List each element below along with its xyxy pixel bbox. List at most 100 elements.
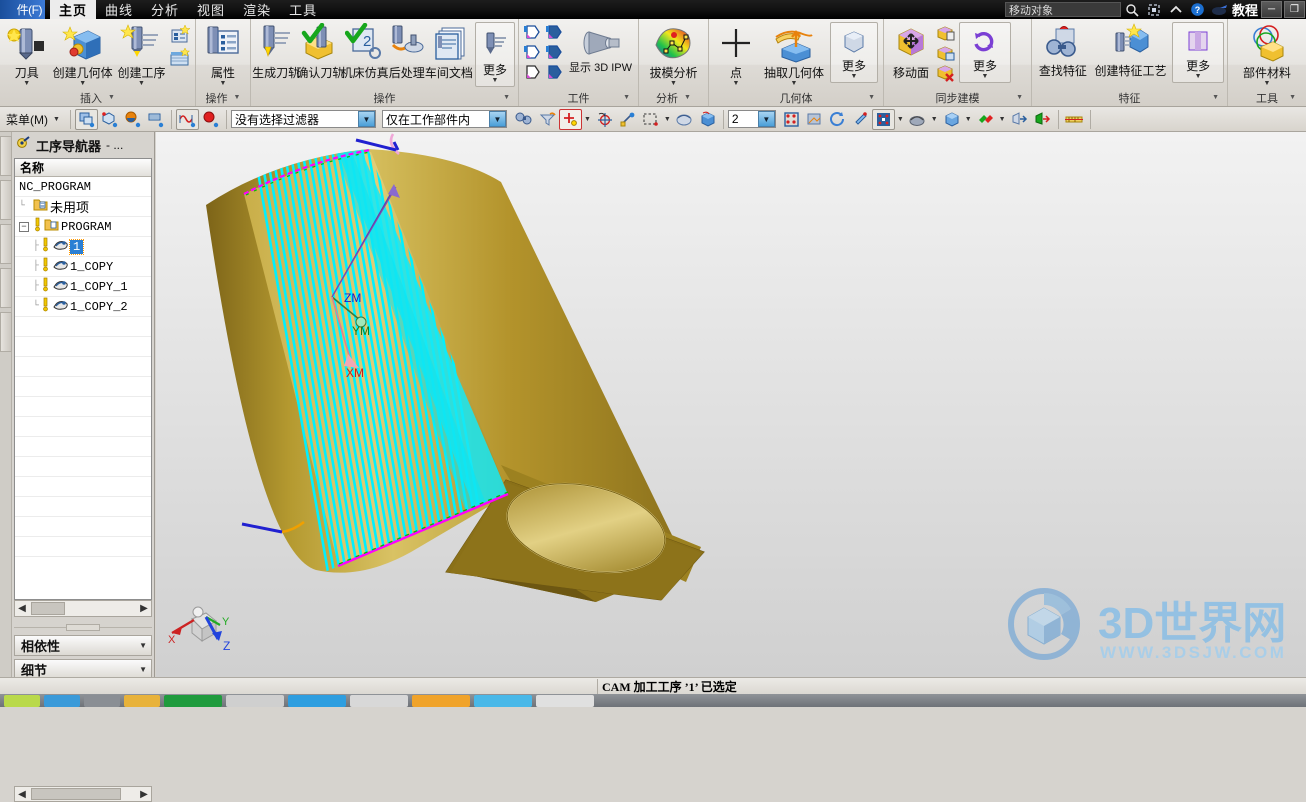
- resource-tab-2[interactable]: [0, 180, 12, 220]
- create-method-icon[interactable]: [168, 24, 192, 46]
- scope-combo[interactable]: 仅在工作部件内 ▼: [381, 110, 507, 128]
- section-icon[interactable]: [940, 109, 963, 130]
- command-finder-input[interactable]: 移动对象: [1004, 2, 1121, 17]
- resource-tab-5[interactable]: [0, 312, 12, 352]
- filter-combo[interactable]: 没有选择过滤器 ▼: [230, 110, 376, 128]
- rect-select-icon[interactable]: [639, 109, 662, 130]
- chevron-down-icon[interactable]: ▼: [138, 80, 145, 87]
- operation-more-button[interactable]: 更多 ▼: [475, 22, 515, 87]
- orientation-triad[interactable]: X Y Z: [162, 595, 242, 655]
- taskbar-item[interactable]: [474, 694, 532, 707]
- operation-navigator-tree[interactable]: 名称 NC_PROGRAM └ ☰ 未用项 − PROGRAM ├ 1 ├ 1_…: [14, 158, 152, 600]
- collapse-expander-icon[interactable]: −: [19, 221, 29, 232]
- chevron-down-icon[interactable]: ▼: [1264, 80, 1271, 87]
- scroll-left-icon[interactable]: ◀: [15, 603, 29, 614]
- create-geometry-button[interactable]: 创建几何体 ▼: [50, 22, 114, 87]
- sync-more-button[interactable]: 更多 ▼: [959, 22, 1011, 83]
- taskbar-item[interactable]: [412, 694, 470, 707]
- resize-face-icon[interactable]: [935, 44, 957, 63]
- tab-curve[interactable]: 曲线: [96, 0, 142, 19]
- tab-home[interactable]: 主页: [50, 0, 97, 19]
- layer-combo[interactable]: 2 ▼: [727, 110, 776, 128]
- feature-more-button[interactable]: 更多 ▼: [1172, 22, 1224, 83]
- show-hide-2-icon[interactable]: [1031, 109, 1054, 130]
- taskbar-item[interactable]: [164, 694, 222, 707]
- group-expand-icon[interactable]: ▼: [503, 94, 510, 101]
- shop-doc-button[interactable]: 车间文档: [425, 22, 473, 82]
- chevron-down-icon[interactable]: ▼: [929, 116, 940, 123]
- chevron-down-icon[interactable]: ▼: [791, 80, 798, 87]
- shade-icon[interactable]: [673, 109, 696, 130]
- delete-face-icon[interactable]: [935, 64, 957, 83]
- chevron-down-icon[interactable]: ▼: [997, 116, 1008, 123]
- taskbar-item[interactable]: [536, 694, 594, 707]
- tutorial-label[interactable]: 教程: [1231, 0, 1260, 19]
- chevron-down-icon[interactable]: ▼: [51, 116, 62, 123]
- ipw-1-icon[interactable]: [522, 22, 544, 42]
- ipw-6-icon[interactable]: [544, 62, 566, 82]
- copy-face-icon[interactable]: [935, 24, 957, 43]
- geometry-more-button[interactable]: 更多 ▼: [830, 22, 879, 83]
- create-operation-button[interactable]: 创建工序 ▼: [115, 22, 168, 87]
- dependencies-panel-header[interactable]: 相依性 ▼: [14, 635, 152, 656]
- splitter-grip[interactable]: [66, 623, 100, 631]
- show-3d-ipw-button[interactable]: 显示 3D IPW: [566, 22, 635, 76]
- chevron-down-icon[interactable]: ▼: [851, 73, 858, 80]
- chevron-down-icon[interactable]: ▼: [582, 116, 593, 123]
- refresh-icon[interactable]: [826, 109, 849, 130]
- chevron-down-icon[interactable]: ▼: [1195, 73, 1202, 80]
- taskbar-item[interactable]: [4, 694, 40, 707]
- draft-analysis-button[interactable]: 拔模分析 ▼: [645, 22, 701, 87]
- select-face-icon[interactable]: [98, 109, 121, 130]
- select-point-icon[interactable]: [199, 109, 222, 130]
- restore-button[interactable]: ❐: [1284, 1, 1305, 18]
- filter-icon[interactable]: [536, 109, 559, 130]
- chevron-down-icon[interactable]: ▼: [662, 116, 673, 123]
- shaded-body-icon[interactable]: [974, 109, 997, 130]
- resource-tab-3[interactable]: [0, 224, 12, 264]
- scrollbar-thumb[interactable]: [31, 602, 65, 615]
- help-icon[interactable]: ?: [1187, 0, 1209, 19]
- chevron-down-icon[interactable]: ▼: [757, 111, 775, 127]
- chevron-down-icon[interactable]: ▼: [895, 116, 906, 123]
- details-horizontal-scrollbar[interactable]: ◀ ▶: [14, 786, 152, 802]
- chevron-down-icon[interactable]: ▼: [670, 80, 677, 87]
- part-material-button[interactable]: 部件材料 ▼: [1239, 22, 1295, 87]
- verify-toolpath-button[interactable]: 确认刀轨: [296, 22, 344, 82]
- ipw-2-icon[interactable]: [544, 22, 566, 42]
- select-curve-icon[interactable]: [175, 108, 199, 130]
- tree-column-header[interactable]: 名称: [15, 159, 151, 177]
- group-expand-icon[interactable]: ▼: [1016, 94, 1023, 101]
- chevron-down-icon[interactable]: ▼: [139, 665, 151, 674]
- chevron-down-icon[interactable]: ▼: [488, 111, 506, 127]
- chevron-up-icon[interactable]: [1165, 0, 1187, 19]
- create-feature-process-button[interactable]: 创建特征工艺: [1091, 22, 1171, 80]
- find-icon[interactable]: [513, 109, 536, 130]
- chevron-down-icon[interactable]: ▼: [220, 80, 227, 87]
- solid-icon[interactable]: [696, 109, 719, 130]
- tree-row-operation-1-copy-2[interactable]: └ 1_COPY_2: [15, 297, 151, 317]
- panel-splitter[interactable]: [14, 622, 152, 632]
- group-expand-icon[interactable]: ▼: [1212, 94, 1219, 101]
- tab-tools[interactable]: 工具: [280, 0, 326, 19]
- chevron-down-icon[interactable]: ▼: [492, 77, 499, 84]
- select-body-icon[interactable]: [121, 109, 144, 130]
- show-hide-icon[interactable]: [1008, 109, 1031, 130]
- group-expand-icon[interactable]: ▼: [868, 94, 875, 101]
- menu-button[interactable]: 菜单(M) ▼: [2, 111, 66, 128]
- wcs-origin-icon[interactable]: [616, 109, 639, 130]
- group-expand-icon[interactable]: ▼: [1289, 94, 1296, 101]
- create-program-icon[interactable]: [168, 47, 192, 69]
- post-process-button[interactable]: 后处理: [387, 22, 427, 82]
- chevron-down-icon[interactable]: ▼: [79, 80, 86, 87]
- scroll-right-icon[interactable]: ▶: [137, 789, 151, 800]
- taskbar-item[interactable]: [84, 694, 120, 707]
- tree-row-operation-1-copy-1[interactable]: ├ 1_COPY_1: [15, 277, 151, 297]
- create-tool-button[interactable]: 刀具 ▼: [3, 22, 50, 87]
- tab-view[interactable]: 视图: [188, 0, 234, 19]
- render-style-icon[interactable]: [906, 109, 929, 130]
- chevron-down-icon[interactable]: ▼: [733, 80, 740, 87]
- ipw-4-icon[interactable]: [544, 42, 566, 62]
- resource-tab-1[interactable]: [0, 136, 12, 176]
- scrollbar-thumb[interactable]: [31, 788, 121, 800]
